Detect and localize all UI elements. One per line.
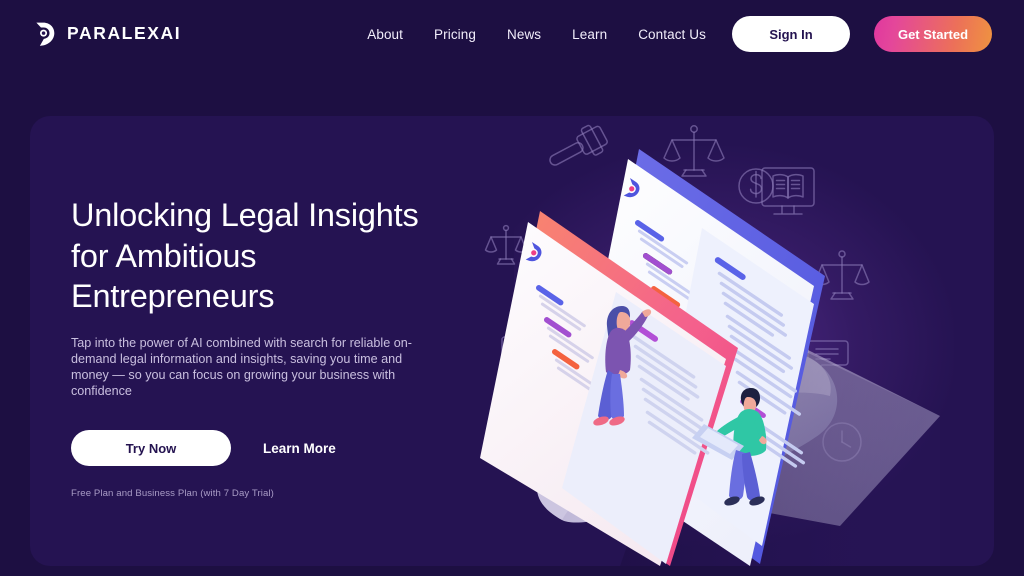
get-started-button[interactable]: Get Started [874, 16, 992, 52]
nav-item-pricing[interactable]: Pricing [434, 27, 476, 42]
primary-nav: About Pricing News Learn Contact Us [367, 27, 706, 42]
header-actions: Sign In Get Started [732, 16, 992, 52]
legal-app-illustration-svg [480, 124, 940, 566]
hero-illustration [470, 116, 994, 566]
nav-item-about[interactable]: About [367, 27, 403, 42]
learn-more-link[interactable]: Learn More [263, 441, 336, 456]
brand-logo[interactable]: PARALEXAI [32, 19, 181, 49]
hero-plan-note: Free Plan and Business Plan (with 7 Day … [71, 488, 274, 500]
brand-name: PARALEXAI [67, 23, 182, 44]
hero-card: Unlocking Legal Insights for Ambitious E… [30, 116, 994, 566]
dollar-coin-icon [738, 168, 774, 204]
scales-of-justice-icon [663, 125, 725, 177]
nav-item-contact-us[interactable]: Contact Us [638, 27, 706, 42]
site-header: PARALEXAI About Pricing News Learn Conta… [0, 0, 1024, 68]
try-now-button[interactable]: Try Now [71, 430, 231, 467]
hero-copy: Unlocking Legal Insights for Ambitious E… [71, 195, 451, 499]
hero-title: Unlocking Legal Insights for Ambitious E… [71, 197, 419, 314]
hero-subtitle: Tap into the power of AI combined with s… [71, 335, 412, 399]
nav-item-learn[interactable]: Learn [572, 27, 607, 42]
paralex-logo-mark-icon [36, 22, 55, 46]
hero-cta-row: Try Now Learn More [71, 430, 451, 467]
gavel-icon [549, 124, 608, 166]
scales-of-justice-small-icon [484, 224, 528, 265]
sign-in-button[interactable]: Sign In [732, 16, 850, 52]
nav-item-news[interactable]: News [507, 27, 541, 42]
